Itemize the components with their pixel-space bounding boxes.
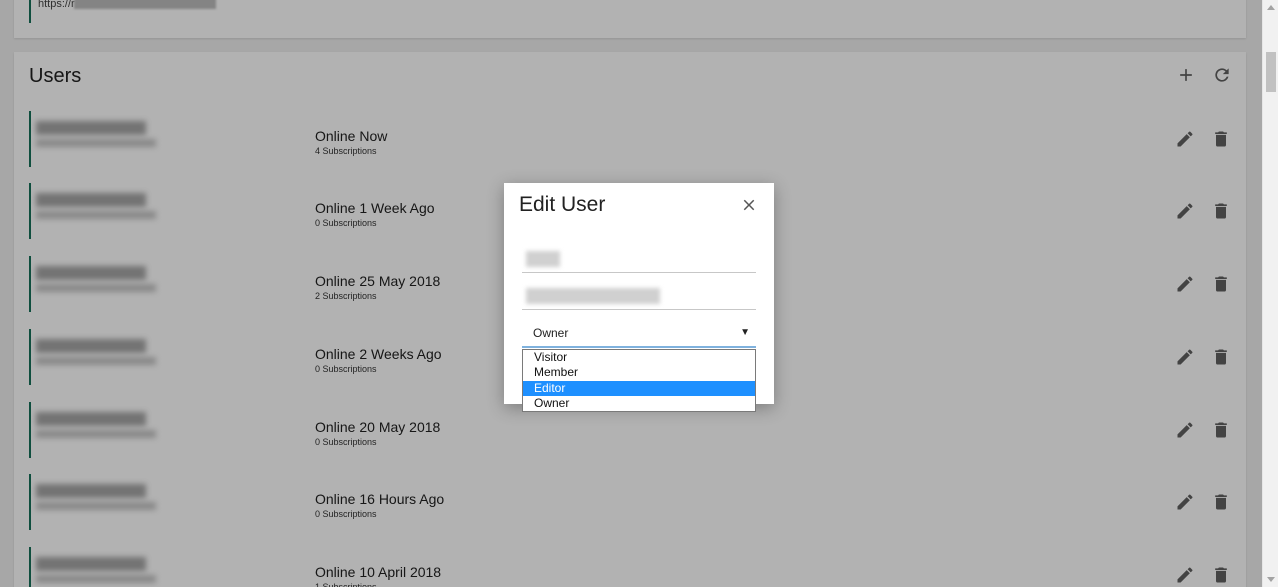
role-option-owner[interactable]: Owner — [523, 396, 755, 411]
role-option-editor[interactable]: Editor — [523, 381, 755, 396]
page-scrollbar[interactable] — [1262, 0, 1278, 587]
chevron-down-icon: ▼ — [740, 327, 750, 338]
role-option-member[interactable]: Member — [523, 365, 755, 380]
username-value-redacted — [526, 251, 560, 267]
role-select-value: Owner — [533, 326, 569, 340]
close-dialog-button[interactable] — [737, 193, 761, 217]
role-option-visitor[interactable]: Visitor — [523, 350, 755, 365]
username-field[interactable] — [522, 245, 756, 273]
scroll-up-arrow-icon[interactable] — [1267, 5, 1275, 10]
role-dropdown-list: Visitor Member Editor Owner — [522, 349, 756, 412]
email-value-redacted — [526, 288, 660, 304]
email-field[interactable] — [522, 282, 756, 310]
dialog-title: Edit User — [519, 193, 606, 216]
scroll-thumb[interactable] — [1266, 52, 1276, 92]
role-select[interactable]: Owner ▼ — [522, 320, 756, 348]
scroll-down-arrow-icon[interactable] — [1267, 577, 1275, 582]
close-icon — [743, 199, 755, 211]
